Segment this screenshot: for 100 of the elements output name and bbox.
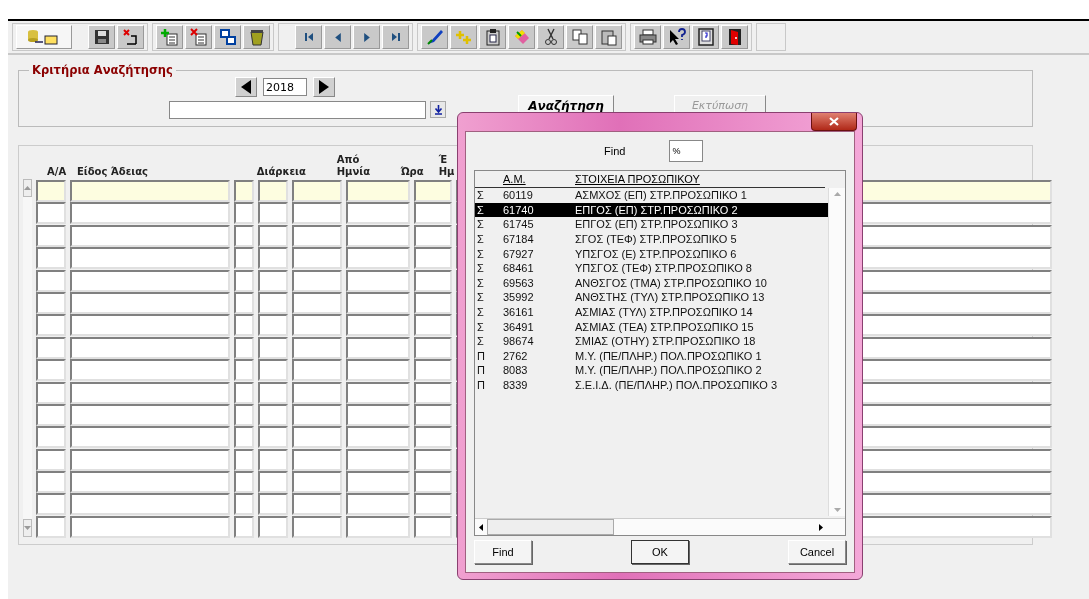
name-cell-text: ΥΠΣΓΟΣ (ΤΕΦ) ΣΤΡ.ΠΡΟΣΩΠΙΚΟ 8 [575,262,753,275]
left-triangle-icon [241,80,251,94]
close-button[interactable] [811,113,857,131]
id-cell-text: 36161 [503,306,535,319]
type-cell-text: Π [476,364,486,377]
id-cell-text: 60119 [503,189,534,202]
id-cell-text: 2762 [503,349,529,362]
toolbar-button[interactable] [243,25,270,49]
previous-year-button[interactable] [235,77,257,97]
printer-icon [638,28,657,46]
name-cell-text: Μ.Υ. (ΠΕ/ΠΛΗΡ.) ΠΟΛ.ΠΡΟΣΩΠΙΚΟ 1 [575,349,763,362]
column-header: Από Ημνία [335,154,371,179]
type-cell-text: Σ [476,218,485,231]
type-cell-text: Σ [476,233,485,246]
name-cell-text: ΑΣΜΙΑΣ (ΤΕΑ) ΣΤΡ.ΠΡΟΣΩΠΙΚΟ 15 [575,320,755,333]
copy-record-icon [218,28,237,46]
clipboard-icon [483,28,502,46]
toolbar-button[interactable] [663,25,690,49]
column-header: Είδος Άδειας [75,166,148,179]
id-cell-text: 8083 [503,364,529,377]
vertical-scrollbar[interactable] [23,179,32,537]
column-header: Έ Ημ [437,154,455,179]
bin-icon [247,28,266,46]
toolbar-button[interactable] [479,25,506,49]
toolbar-button[interactable] [537,25,564,49]
help-icon [667,28,686,46]
toolbar-button[interactable] [421,25,448,49]
add-record-icon [160,28,179,46]
type-cell-text: Π [476,379,486,391]
id-cell-text: 36491 [503,320,535,333]
up-arrow-icon [833,192,841,196]
up-arrow-icon [24,186,31,190]
name-cell-text: ΑΣΜΧΟΣ (ΕΠ) ΣΤΡ.ΠΡΟΣΩΠΙΚΟ 1 [575,189,748,202]
id-cell-text: 61740 [503,203,535,216]
combo-field[interactable] [169,101,426,119]
down-arrow-icon [433,104,443,115]
right-triangle-icon [319,80,329,94]
id-cell-text: 35992 [503,291,535,304]
toolbar-button[interactable] [634,25,661,49]
name-cell-text: ΥΠΣΓΟΣ (Ε) ΣΤΡ.ΠΡΟΣΩΠΙΚΟ 6 [575,247,738,260]
previous-record-icon [334,32,341,42]
paste-icon [599,28,618,46]
toolbar-button[interactable] [692,25,719,49]
find-field[interactable]: % [669,140,704,162]
type-cell-text: Σ [476,189,485,202]
dropdown-button[interactable] [430,101,446,118]
name-cell-text: ΑΝΘΣΓΟΣ (ΤΜΑ) ΣΤΡ.ΠΡΟΣΩΠΙΚΟ 10 [575,276,768,289]
horizontal-scrollbar[interactable] [475,518,845,535]
column-header: Ώρα [399,166,424,179]
toolbar-button[interactable] [88,25,115,49]
type-cell-text: Σ [476,320,485,333]
dialog-button[interactable]: Cancel [788,540,846,564]
next-record-icon [363,32,370,42]
column-header: ΣΤΟΙΧΕΙΑ ΠΡΟΣΩΠΙΚΟΥ [575,173,701,187]
database-icon [27,28,61,46]
id-cell-text: 68461 [503,262,535,275]
type-cell-text: Σ [476,335,485,348]
type-cell-text: Σ [476,276,485,289]
id-cell-text: 61745 [503,218,535,231]
name-cell-text: ΕΠΓΟΣ (ΕΠ) ΣΤΡ.ΠΡΟΣΩΠΙΚΟ 3 [575,218,739,231]
toolbar-button[interactable] [721,25,748,49]
id-cell-text: 69563 [503,276,535,289]
name-cell-text: ΣΓΟΣ (ΤΕΦ) ΣΤΡ.ΠΡΟΣΩΠΙΚΟ 5 [575,233,738,246]
toolbar-button[interactable] [324,25,351,49]
year-field[interactable]: 2018 [263,78,307,96]
type-cell-text: Σ [476,306,485,319]
toolbar-button[interactable] [353,25,380,49]
book-icon [696,28,715,46]
type-cell-text: Σ [476,247,485,260]
name-cell-text: ΑΝΘΣΤΗΣ (ΤΥΛ) ΣΤΡ.ΠΡΟΣΩΠΙΚΟ 13 [575,291,766,304]
type-cell-text: Π [476,349,486,362]
type-cell-text: Σ [476,291,485,304]
name-cell-text: ΕΠΓΟΣ (ΕΠ) ΣΤΡ.ΠΡΟΣΩΠΙΚΟ 2 [575,203,739,216]
find-label: Find [604,145,626,157]
next-year-button[interactable] [313,77,335,97]
dialog-button[interactable]: Find [474,540,532,564]
down-arrow-icon [24,526,31,530]
toolbar-button[interactable] [295,25,322,49]
pen-icon [425,28,444,46]
id-cell-text: 8339 [503,379,529,391]
column-header: Α/Α [46,166,67,179]
toolbar-button[interactable] [117,25,144,49]
name-cell-text: Σ.Ε.Ι.Δ. (ΠΕ/ΠΛΗΡ.) ΠΟΛ.ΠΡΟΣΩΠΙΚΟ 3 [575,379,779,391]
id-cell-text: 67927 [503,247,535,260]
id-cell-text: 67184 [503,233,535,246]
vertical-scrollbar[interactable] [828,188,845,516]
name-cell-text: ΣΜΙΑΣ (ΟΤΗΥ) ΣΤΡ.ΠΡΟΣΩΠΙΚΟ 18 [575,335,757,348]
down-arrow-icon [833,508,841,512]
undo-icon [121,28,140,46]
copy-icon [570,28,589,46]
column-header: Διάρκεια [255,166,306,179]
toolbar-button[interactable] [382,25,409,49]
search-criteria-title: Κριτήρια Αναζήτησης [31,63,174,77]
name-cell-text: ΑΣΜΙΑΣ (ΤΥΛ) ΣΤΡ.ΠΡΟΣΩΠΙΚΟ 14 [575,306,754,319]
toolbar-button[interactable] [214,25,241,49]
delete-record-icon [189,28,208,46]
sparkle-icon [454,28,473,46]
type-cell-text: Σ [476,262,485,275]
right-arrow-icon [819,523,823,531]
dialog-button[interactable]: OK [631,540,689,564]
